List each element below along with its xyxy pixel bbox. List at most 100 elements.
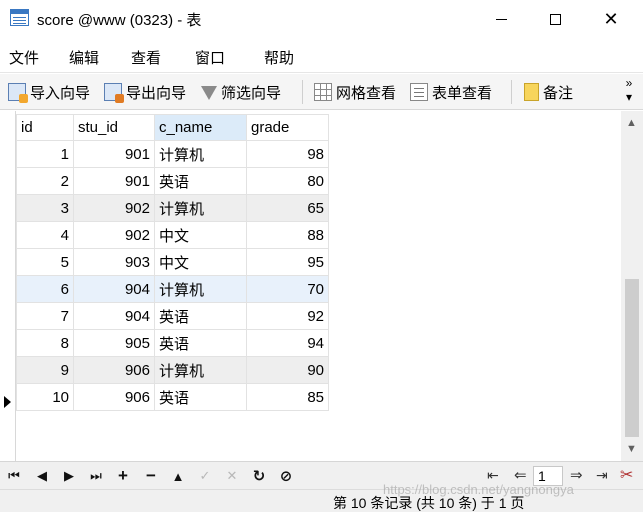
first-record-icon[interactable]: ⏮	[5, 467, 23, 485]
scroll-down-icon[interactable]: ▼	[626, 443, 637, 455]
table-row[interactable]: 8 905 英语 94	[16, 329, 329, 357]
menu-edit[interactable]: 编辑	[69, 47, 99, 68]
record-navigator: ⏮ ◀ ▶ ⏭ + − ▲ ✓ ✕ ↻ ⊘ ⇤ ⇐ 1 ⇒ ⇥ ✂	[0, 461, 643, 489]
vertical-scrollbar[interactable]: ▲ ▼	[621, 111, 643, 461]
prev-page-icon[interactable]: ⇐	[514, 466, 527, 484]
cell-id[interactable]: 3	[16, 194, 74, 222]
toolbar-overflow-button[interactable]: » ▾	[622, 76, 636, 104]
cell-grade[interactable]: 65	[246, 194, 329, 222]
import-label: 导入向导	[30, 84, 91, 102]
cell-c-name[interactable]: 英语	[154, 329, 247, 357]
cell-stu-id[interactable]: 904	[73, 302, 155, 330]
scrollbar-thumb[interactable]	[625, 279, 639, 437]
form-view-label: 表单查看	[432, 84, 493, 102]
table-row[interactable]: 2 901 英语 80	[16, 167, 329, 195]
cell-grade[interactable]: 90	[246, 356, 329, 384]
table-row[interactable]: 9 906 计算机 90	[16, 356, 329, 384]
maximize-icon	[549, 13, 561, 25]
apply-changes-icon: ✓	[199, 468, 211, 483]
column-header-c-name[interactable]: c_name	[154, 114, 247, 141]
filter-wizard-button[interactable]: 筛选向导	[201, 80, 281, 104]
cell-id[interactable]: 4	[16, 221, 74, 249]
cell-stu-id[interactable]: 905	[73, 329, 155, 357]
cell-id[interactable]: 6	[16, 275, 74, 303]
menu-view[interactable]: 查看	[131, 47, 161, 68]
memo-button[interactable]: 备注	[524, 80, 573, 104]
column-header-stu-id[interactable]: stu_id	[73, 114, 155, 141]
cell-c-name[interactable]: 中文	[154, 221, 247, 249]
minimize-button[interactable]	[473, 0, 529, 38]
cell-grade[interactable]: 98	[246, 140, 329, 168]
cell-grade[interactable]: 85	[246, 383, 329, 411]
scroll-up-icon[interactable]: ▲	[626, 117, 637, 129]
table-row[interactable]: 6 904 计算机 70	[16, 275, 329, 303]
table-row[interactable]: 3 902 计算机 65	[16, 194, 329, 222]
menu-window[interactable]: 窗口	[195, 47, 225, 68]
cell-grade[interactable]: 92	[246, 302, 329, 330]
cell-id[interactable]: 8	[16, 329, 74, 357]
cell-c-name[interactable]: 英语	[154, 167, 247, 195]
cell-id[interactable]: 9	[16, 356, 74, 384]
cell-stu-id[interactable]: 903	[73, 248, 155, 276]
export-wizard-button[interactable]: 导出向导	[104, 80, 186, 104]
row-indicator-column	[0, 111, 16, 461]
stop-icon[interactable]: ⊘	[277, 467, 295, 485]
cell-id[interactable]: 1	[16, 140, 74, 168]
column-header-id[interactable]: id	[16, 114, 74, 141]
last-record-icon[interactable]: ⏭	[87, 467, 105, 485]
page-number-input[interactable]: 1	[533, 466, 563, 486]
cell-stu-id[interactable]: 902	[73, 221, 155, 249]
cell-stu-id[interactable]: 901	[73, 140, 155, 168]
cell-stu-id[interactable]: 904	[73, 275, 155, 303]
cell-id[interactable]: 2	[16, 167, 74, 195]
cell-grade[interactable]: 94	[246, 329, 329, 357]
cell-c-name[interactable]: 计算机	[154, 194, 247, 222]
cell-grade[interactable]: 95	[246, 248, 329, 276]
table-row[interactable]: 7 904 英语 92	[16, 302, 329, 330]
refresh-icon[interactable]: ↻	[250, 467, 268, 485]
cell-id[interactable]: 10	[16, 383, 74, 411]
move-up-icon[interactable]: ▲	[169, 467, 187, 485]
prev-record-icon[interactable]: ◀	[33, 467, 51, 485]
next-page-icon[interactable]: ⇒	[570, 466, 583, 484]
table-row[interactable]: 1 901 计算机 98	[16, 140, 329, 168]
cell-c-name[interactable]: 计算机	[154, 140, 247, 168]
column-header-grade[interactable]: grade	[246, 114, 329, 141]
grid-view-button[interactable]: 网格查看	[314, 80, 396, 104]
table-row[interactable]: 10 906 英语 85	[16, 383, 329, 411]
menu-file[interactable]: 文件	[9, 47, 39, 68]
cell-id[interactable]: 5	[16, 248, 74, 276]
window-title: score @www (0323) - 表	[37, 12, 202, 29]
close-button[interactable]: ✕	[583, 0, 639, 38]
add-record-icon[interactable]: +	[114, 466, 132, 485]
table-row[interactable]: 5 903 中文 95	[16, 248, 329, 276]
cell-stu-id[interactable]: 906	[73, 356, 155, 384]
cell-c-name[interactable]: 英语	[154, 302, 247, 330]
next-record-icon[interactable]: ▶	[60, 467, 78, 485]
import-wizard-button[interactable]: 导入向导	[8, 80, 90, 104]
cell-stu-id[interactable]: 901	[73, 167, 155, 195]
export-label: 导出向导	[126, 84, 187, 102]
last-page-icon[interactable]: ⇥	[596, 467, 608, 484]
cell-c-name[interactable]: 中文	[154, 248, 247, 276]
cell-grade[interactable]: 80	[246, 167, 329, 195]
tools-icon[interactable]: ✂	[620, 465, 633, 485]
cell-c-name[interactable]: 英语	[154, 383, 247, 411]
maximize-button[interactable]	[527, 0, 583, 38]
first-page-icon[interactable]: ⇤	[487, 467, 499, 484]
menu-help[interactable]: 帮助	[264, 47, 294, 68]
delete-record-icon[interactable]: −	[142, 466, 160, 485]
form-icon	[410, 83, 428, 101]
cell-stu-id[interactable]: 902	[73, 194, 155, 222]
data-grid[interactable]: id stu_id c_name grade 1 901 计算机 98 2 90…	[0, 111, 621, 461]
table-row[interactable]: 4 902 中文 88	[16, 221, 329, 249]
cell-c-name[interactable]: 计算机	[154, 356, 247, 384]
cell-id[interactable]: 7	[16, 302, 74, 330]
menu-bar: 文件 编辑 查看 窗口 帮助	[0, 39, 643, 73]
cell-grade[interactable]: 88	[246, 221, 329, 249]
cell-grade[interactable]: 70	[246, 275, 329, 303]
cell-c-name[interactable]: 计算机	[154, 275, 247, 303]
grid-view-label: 网格查看	[336, 84, 397, 102]
form-view-button[interactable]: 表单查看	[410, 80, 492, 104]
cell-stu-id[interactable]: 906	[73, 383, 155, 411]
